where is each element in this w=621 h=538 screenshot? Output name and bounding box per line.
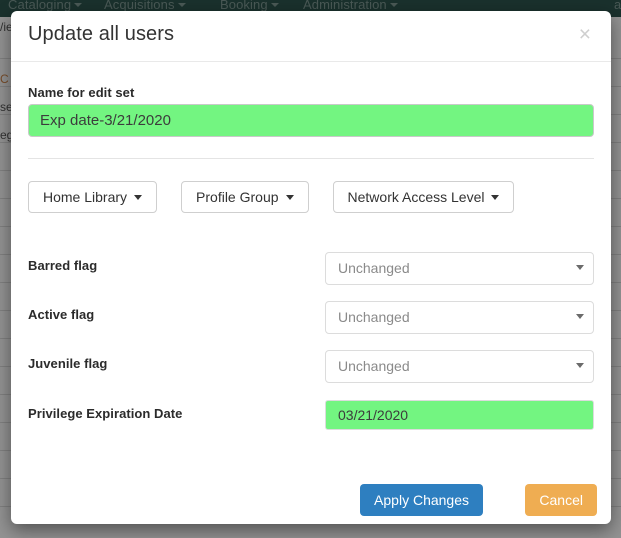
- dropdown-label: Profile Group: [196, 189, 279, 205]
- chevron-down-icon: [576, 314, 584, 319]
- chevron-down-icon: [576, 363, 584, 368]
- name-for-edit-set-label: Name for edit set: [28, 85, 135, 100]
- active-flag-row: Active flag Unchanged: [11, 301, 611, 334]
- home-library-dropdown[interactable]: Home Library: [28, 181, 158, 213]
- juvenile-flag-label: Juvenile flag: [28, 356, 108, 371]
- profile-group-dropdown[interactable]: Profile Group: [181, 181, 309, 213]
- cancel-button[interactable]: Cancel: [525, 484, 597, 516]
- privilege-expiration-date-input[interactable]: [325, 400, 594, 430]
- dropdown-label: Network Access Level: [347, 189, 485, 205]
- barred-flag-label: Barred flag: [28, 258, 98, 273]
- network-access-level-dropdown[interactable]: Network Access Level: [332, 181, 515, 213]
- select-value: Unchanged: [338, 309, 410, 325]
- privilege-expiration-date-label: Privilege Expiration Date: [28, 406, 183, 421]
- active-flag-label: Active flag: [28, 307, 95, 322]
- apply-changes-button[interactable]: Apply Changes: [360, 484, 483, 516]
- barred-flag-select[interactable]: Unchanged: [325, 252, 594, 285]
- close-icon[interactable]: ×: [573, 20, 597, 49]
- attribute-dropdown-row: Home Library Profile Group Network Acces…: [28, 181, 515, 213]
- chevron-down-icon: [285, 194, 294, 200]
- juvenile-flag-select[interactable]: Unchanged: [325, 350, 594, 383]
- select-value: Unchanged: [338, 260, 410, 276]
- update-all-users-modal: Update all users × Name for edit set Hom…: [11, 11, 611, 524]
- active-flag-select[interactable]: Unchanged: [325, 301, 594, 334]
- privilege-expiration-date-row: Privilege Expiration Date: [11, 400, 611, 430]
- modal-header: Update all users ×: [11, 11, 611, 62]
- chevron-down-icon: [134, 194, 143, 200]
- chevron-down-icon: [491, 194, 500, 200]
- select-value: Unchanged: [338, 358, 410, 374]
- modal-body: Name for edit set Home Library Profile G…: [11, 62, 611, 472]
- modal-footer: Apply Changes Cancel: [11, 472, 611, 524]
- name-for-edit-set-input[interactable]: [28, 104, 594, 137]
- dropdown-label: Home Library: [43, 189, 128, 205]
- page-title: Update all users: [28, 23, 175, 45]
- chevron-down-icon: [576, 265, 584, 270]
- section-divider: [28, 158, 594, 159]
- juvenile-flag-row: Juvenile flag Unchanged: [11, 350, 611, 383]
- barred-flag-row: Barred flag Unchanged: [11, 252, 611, 285]
